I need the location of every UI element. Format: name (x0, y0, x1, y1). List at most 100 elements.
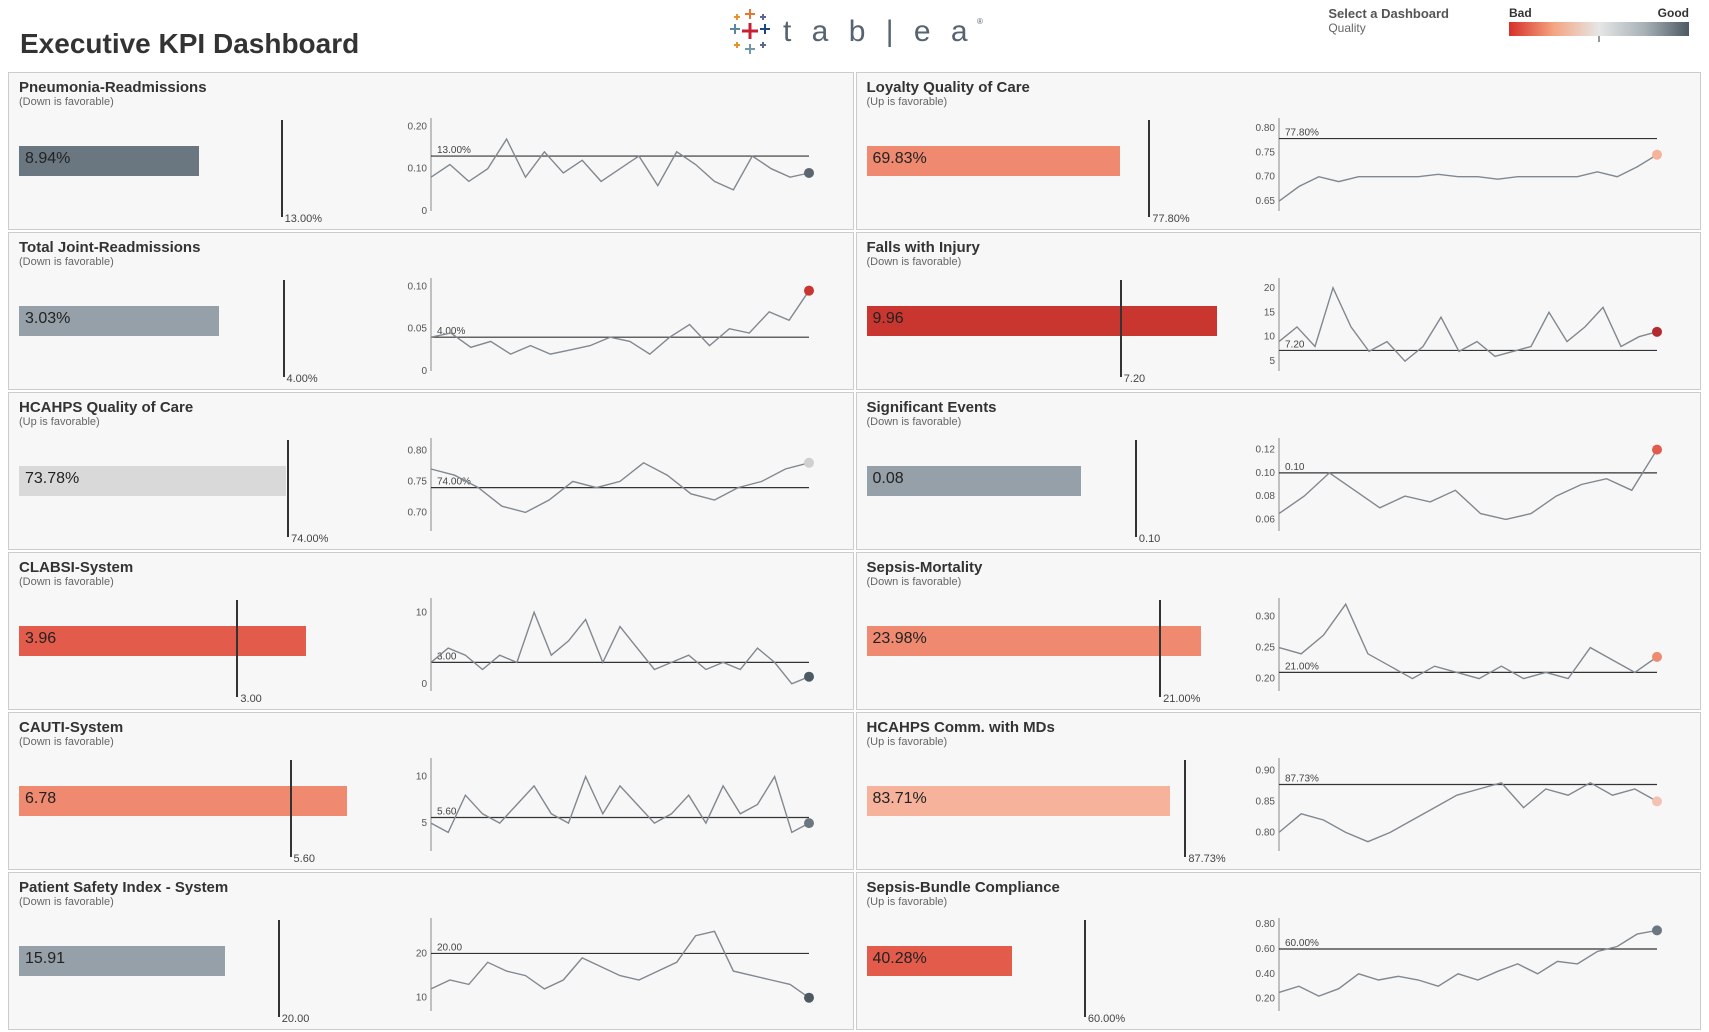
svg-text:0.20: 0.20 (1255, 674, 1275, 685)
kpi-hcahps_quality[interactable]: HCAHPS Quality of Care (Up is favorable)… (8, 392, 854, 550)
svg-text:0.10: 0.10 (408, 281, 428, 292)
kpi-hcahps_md[interactable]: HCAHPS Comm. with MDs (Up is favorable) … (856, 712, 1702, 870)
selector-value: Quality (1328, 21, 1449, 35)
kpi-value: 9.96 (873, 310, 904, 328)
svg-text:0.10: 0.10 (1285, 462, 1305, 473)
kpi-subtitle: (Down is favorable) (19, 96, 843, 108)
bullet-chart: 15.91 20.00 (19, 912, 381, 1025)
kpi-title: CAUTI-System (19, 719, 843, 736)
kpi-title: Total Joint-Readmissions (19, 239, 843, 256)
svg-text:20: 20 (416, 948, 428, 959)
bullet-chart: 0.08 0.10 (867, 432, 1229, 545)
kpi-subtitle: (Up is favorable) (867, 736, 1691, 748)
bullet-target-label: 7.20 (1124, 373, 1145, 385)
svg-text:7.20: 7.20 (1285, 339, 1305, 350)
spark-wrap: 5105.60 (391, 752, 842, 865)
kpi-value: 73.78% (25, 470, 79, 488)
kpi-falls[interactable]: Falls with Injury (Down is favorable) 9.… (856, 232, 1702, 390)
svg-text:0.20: 0.20 (408, 121, 428, 132)
kpi-title: CLABSI-System (19, 559, 843, 576)
bullet-target-line (1120, 280, 1122, 377)
bullet-target-label: 74.00% (291, 533, 328, 545)
kpi-title: HCAHPS Quality of Care (19, 399, 843, 416)
kpi-value: 15.91 (25, 950, 65, 968)
kpi-loyalty[interactable]: Loyalty Quality of Care (Up is favorable… (856, 72, 1702, 230)
kpi-value: 0.08 (873, 470, 904, 488)
sparkline-chart: 102020.00 (391, 912, 821, 1017)
spark-wrap: 0.060.080.100.120.10 (1239, 432, 1690, 545)
kpi-subtitle: (Down is favorable) (19, 576, 843, 588)
svg-text:5: 5 (1269, 356, 1275, 367)
svg-text:0.85: 0.85 (1255, 796, 1275, 807)
svg-text:3.00: 3.00 (437, 651, 457, 662)
kpi-subtitle: (Down is favorable) (19, 896, 843, 908)
bullet-target-line (1159, 600, 1161, 697)
kpi-title: Patient Safety Index - System (19, 879, 843, 896)
sparkline-chart: 0 10 3.00 (391, 592, 821, 697)
spark-wrap: 0.200.250.3021.00% (1239, 592, 1690, 705)
kpi-pneumonia[interactable]: Pneumonia-Readmissions (Down is favorabl… (8, 72, 854, 230)
kpi-value: 3.03% (25, 310, 70, 328)
bullet-target-label: 77.80% (1152, 213, 1189, 225)
spark-wrap: 00.050.104.00% (391, 272, 842, 385)
svg-text:0.10: 0.10 (1255, 468, 1275, 479)
kpi-title: Loyalty Quality of Care (867, 79, 1691, 96)
bullet-target-line (1184, 760, 1186, 857)
svg-text:87.73%: 87.73% (1285, 773, 1319, 784)
kpi-sepsis_mort[interactable]: Sepsis-Mortality (Down is favorable) 23.… (856, 552, 1702, 710)
spark-wrap: 102020.00 (391, 912, 842, 1025)
svg-text:0: 0 (422, 206, 428, 217)
kpi-title: Significant Events (867, 399, 1691, 416)
kpi-title: HCAHPS Comm. with MDs (867, 719, 1691, 736)
sparkline-chart: 0.800.850.9087.73% (1239, 752, 1669, 857)
svg-text:0.20: 0.20 (1255, 994, 1275, 1005)
sparkline-chart: 5105.60 (391, 752, 821, 857)
sparkline-chart: 0.060.080.100.120.10 (1239, 432, 1669, 537)
sparkline-chart: 51015207.20 (1239, 272, 1669, 377)
bullet-target-label: 60.00% (1088, 1013, 1125, 1025)
bullet-chart: 3.96 3.00 (19, 592, 381, 705)
svg-text:0: 0 (422, 679, 428, 690)
svg-text:10: 10 (416, 772, 428, 783)
spark-wrap: 0 10 3.00 (391, 592, 842, 705)
kpi-sig_events[interactable]: Significant Events (Down is favorable) 0… (856, 392, 1702, 550)
spark-wrap: 0.200.400.600.8060.00% (1239, 912, 1690, 1025)
bullet-chart: 73.78% 74.00% (19, 432, 381, 545)
svg-text:10: 10 (416, 607, 428, 618)
quality-legend: Bad Good (1509, 6, 1689, 36)
kpi-cauti[interactable]: CAUTI-System (Down is favorable) 6.78 5.… (8, 712, 854, 870)
svg-text:21.00%: 21.00% (1285, 661, 1319, 672)
kpi-clabsi[interactable]: CLABSI-System (Down is favorable) 3.96 3… (8, 552, 854, 710)
page-title: Executive KPI Dashboard (20, 28, 359, 60)
bullet-chart: 3.03% 4.00% (19, 272, 381, 385)
bullet-target-line (1148, 120, 1150, 217)
kpi-value: 6.78 (25, 790, 56, 808)
bullet-chart: 69.83% 77.80% (867, 112, 1229, 225)
bullet-target-line (281, 120, 283, 217)
spark-wrap: 00.100.2013.00% (391, 112, 842, 225)
bullet-target-label: 87.73% (1188, 853, 1225, 865)
kpi-sepsis_bundle[interactable]: Sepsis-Bundle Compliance (Up is favorabl… (856, 872, 1702, 1030)
kpi-title: Pneumonia-Readmissions (19, 79, 843, 96)
bullet-target-label: 13.00% (285, 213, 322, 225)
svg-text:0.80: 0.80 (1255, 123, 1275, 134)
dashboard-selector[interactable]: Select a Dashboard Quality (1328, 6, 1449, 35)
bullet-chart: 40.28% 60.00% (867, 912, 1229, 1025)
bullet-chart: 83.71% 87.73% (867, 752, 1229, 865)
bullet-chart: 6.78 5.60 (19, 752, 381, 865)
svg-text:0.05: 0.05 (408, 324, 428, 335)
kpi-psi[interactable]: Patient Safety Index - System (Down is f… (8, 872, 854, 1030)
kpi-value: 69.83% (873, 150, 927, 168)
kpi-joint[interactable]: Total Joint-Readmissions (Down is favora… (8, 232, 854, 390)
bullet-target-line (236, 600, 238, 697)
bullet-target-label: 5.60 (294, 853, 315, 865)
svg-text:0.70: 0.70 (408, 507, 428, 518)
svg-text:0.12: 0.12 (1255, 445, 1275, 456)
svg-text:0.08: 0.08 (1255, 491, 1275, 502)
svg-text:0: 0 (422, 366, 428, 377)
kpi-subtitle: (Down is favorable) (19, 256, 843, 268)
bullet-bar (867, 306, 1217, 336)
svg-text:13.00%: 13.00% (437, 145, 471, 156)
svg-text:®: ® (977, 17, 983, 26)
sparkline-chart: 0.200.400.600.8060.00% (1239, 912, 1669, 1017)
